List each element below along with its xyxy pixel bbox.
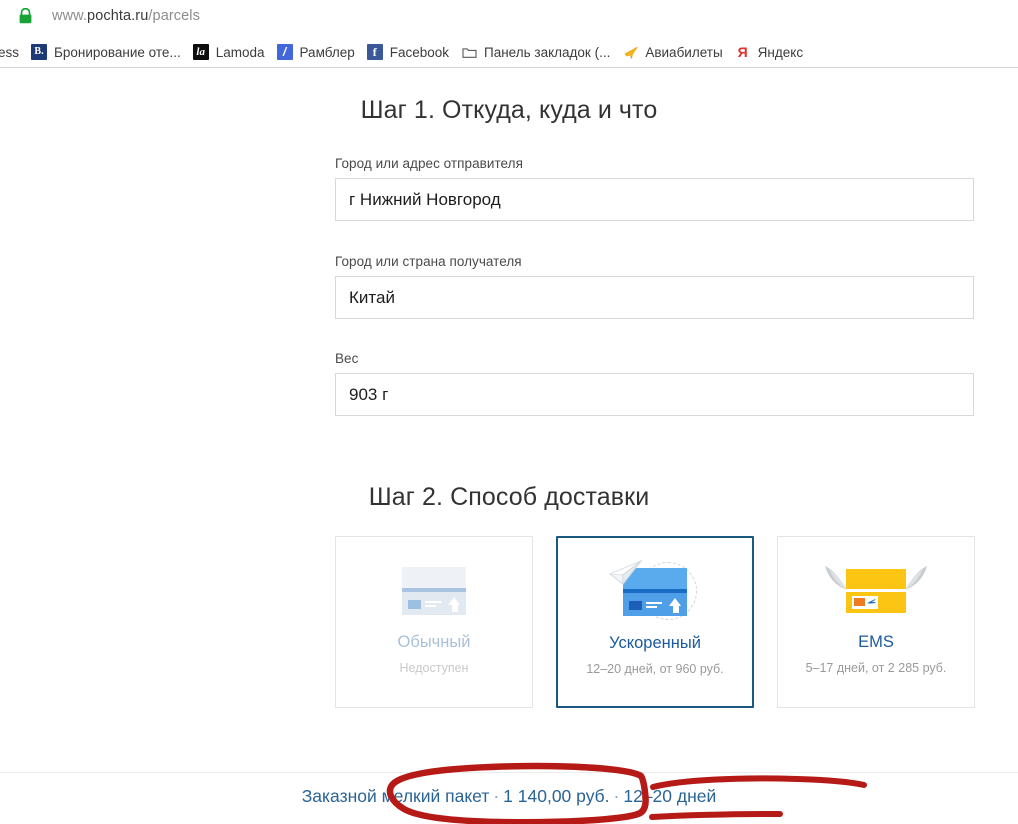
booking-icon: B. <box>31 44 47 60</box>
bookmark-lamoda[interactable]: la Lamoda <box>193 40 265 64</box>
bookmark-label: Lamoda <box>216 45 265 60</box>
yellow-winged-envelope-icon <box>830 559 922 627</box>
bookmark-label: Авиабилеты <box>645 45 722 60</box>
bookmark-label: Бронирование оте... <box>54 45 181 60</box>
bookmark-label: press <box>0 45 19 60</box>
delivery-option-standard[interactable]: Обычный Недоступен <box>335 536 533 708</box>
result-divider <box>0 772 1018 773</box>
receiver-input[interactable] <box>335 276 974 319</box>
bookmark-folder[interactable]: Панель закладок (... <box>461 40 610 64</box>
page-content: Шаг 1. Откуда, куда и что Город или адре… <box>0 68 1018 824</box>
delivery-option-name: EMS <box>858 633 894 652</box>
weight-field-group: Вес <box>335 351 974 416</box>
facebook-icon: f <box>367 44 383 60</box>
delivery-option-name: Ускоренный <box>609 634 701 653</box>
wing-left-icon <box>824 565 848 591</box>
sender-field-group: Город или адрес отправителя <box>335 156 974 221</box>
ems-bird-icon <box>867 598 877 606</box>
bookmark-label: Яндекс <box>758 45 803 60</box>
weight-input[interactable] <box>335 373 974 416</box>
folder-icon <box>461 44 477 60</box>
grey-envelope-icon <box>388 559 480 627</box>
url-host: pochta.ru <box>87 8 148 24</box>
bookmark-booking[interactable]: B. Бронирование оте... <box>31 40 181 64</box>
bookmark-avia[interactable]: Авиабилеты <box>622 40 722 64</box>
airplane-icon <box>622 44 638 60</box>
browser-chrome: www.pochta.ru/parcels press B. Бронирова… <box>0 0 1018 68</box>
result-duration: 12–20 дней <box>623 786 716 806</box>
paper-plane-icon <box>609 560 643 586</box>
sender-input[interactable] <box>335 178 974 221</box>
delivery-options: Обычный Недоступен <box>335 536 975 708</box>
bookmarks-bar: press B. Бронирование оте... la Lamoda /… <box>0 38 1018 66</box>
delivery-option-sub: Недоступен <box>400 661 469 675</box>
bookmark-rambler[interactable]: / Рамблер <box>277 40 355 64</box>
url-prefix: www. <box>52 8 87 24</box>
receiver-field-label: Город или страна получателя <box>335 254 974 269</box>
blue-envelope-plane-icon <box>609 560 701 628</box>
url-text[interactable]: www.pochta.ru/parcels <box>52 8 200 24</box>
receiver-field-group: Город или страна получателя <box>335 254 974 319</box>
result-separator-2: · <box>610 786 624 806</box>
browser-window: www.pochta.ru/parcels press B. Бронирова… <box>0 0 1018 824</box>
result-package-link[interactable]: Заказной мелкий пакет <box>302 786 490 806</box>
bookmark-facebook[interactable]: f Facebook <box>367 40 449 64</box>
result-summary: Заказной мелкий пакет·1 140,00 руб.·12–2… <box>0 786 1018 807</box>
delivery-option-ems[interactable]: EMS 5–17 дней, от 2 285 руб. <box>777 536 975 708</box>
rambler-icon: / <box>277 44 293 60</box>
lock-icon[interactable] <box>18 8 33 24</box>
yandex-icon: Я <box>735 44 751 60</box>
delivery-option-sub: 12–20 дней, от 960 руб. <box>586 662 723 676</box>
bookmark-yandex[interactable]: Я Яндекс <box>735 40 803 64</box>
step1-title: Шаг 1. Откуда, куда и что <box>0 96 1018 125</box>
address-bar[interactable]: www.pochta.ru/parcels <box>0 0 1018 36</box>
step2-title: Шаг 2. Способ доставки <box>0 483 1018 512</box>
delivery-option-sub: 5–17 дней, от 2 285 руб. <box>806 661 947 675</box>
sender-field-label: Город или адрес отправителя <box>335 156 974 171</box>
bookmark-press[interactable]: press <box>0 40 19 64</box>
weight-field-label: Вес <box>335 351 974 366</box>
bookmark-label: Панель закладок (... <box>484 45 610 60</box>
bookmark-label: Рамблер <box>300 45 355 60</box>
wing-right-icon <box>904 565 928 591</box>
bookmark-label: Facebook <box>390 45 449 60</box>
result-price: 1 140,00 руб. <box>503 786 609 806</box>
result-separator-1: · <box>489 786 503 806</box>
delivery-option-name: Обычный <box>398 633 471 652</box>
lamoda-icon: la <box>193 44 209 60</box>
delivery-option-express[interactable]: Ускоренный 12–20 дней, от 960 руб. <box>556 536 754 708</box>
url-path: /parcels <box>148 8 200 24</box>
